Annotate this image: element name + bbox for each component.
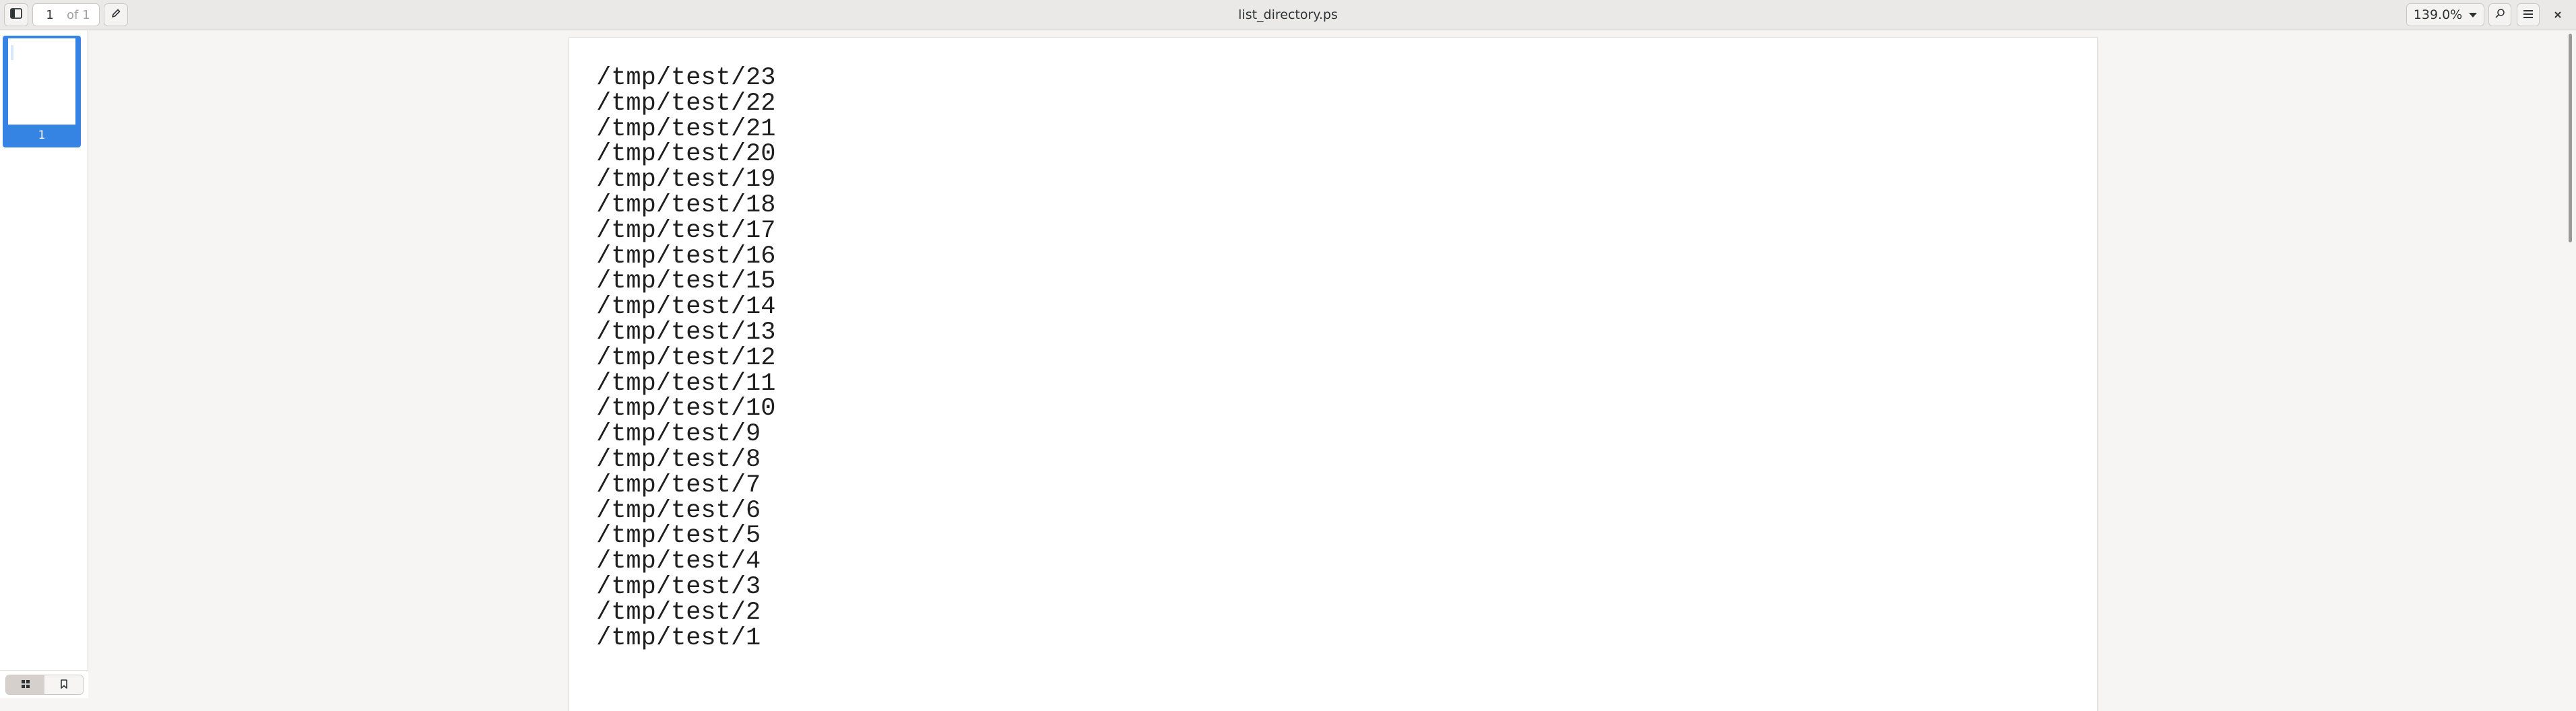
zoom-select[interactable]: 139.0% [2406, 3, 2484, 26]
document-line: /tmp/test/16 [596, 242, 776, 271]
thumbnail-text-mark [11, 45, 13, 60]
bookmark-icon [60, 679, 68, 691]
annotate-button[interactable] [104, 3, 128, 26]
document-line: /tmp/test/7 [596, 471, 761, 500]
document-line: /tmp/test/11 [596, 369, 776, 398]
thumbnails-toggle[interactable] [6, 675, 44, 694]
search-icon [2494, 8, 2505, 22]
chevron-down-icon [2469, 12, 2478, 18]
document-view[interactable]: /tmp/test/23/tmp/test/22/tmp/test/21/tmp… [88, 30, 2576, 711]
document-line: /tmp/test/14 [596, 293, 776, 322]
document-page: /tmp/test/23/tmp/test/22/tmp/test/21/tmp… [569, 38, 2097, 711]
document-line: /tmp/test/15 [596, 267, 776, 296]
page-number-input[interactable]: 1 [33, 8, 67, 22]
sidebar-view-switcher [5, 675, 84, 695]
header-bar: 1 of 1 list_directory.ps 139.0% [0, 0, 2576, 30]
grid-icon [21, 679, 30, 691]
document-line: /tmp/test/13 [596, 318, 776, 347]
document-line: /tmp/test/18 [596, 191, 776, 219]
document-line: /tmp/test/21 [596, 114, 776, 143]
thumbnail-preview [8, 38, 75, 125]
hamburger-menu-icon [2523, 9, 2534, 22]
sidebar-footer [0, 670, 88, 698]
document-line: /tmp/test/17 [596, 216, 776, 245]
document-line: /tmp/test/9 [596, 420, 761, 449]
vertical-scrollbar[interactable] [2569, 34, 2572, 242]
document-line: /tmp/test/12 [596, 343, 776, 372]
document-line: /tmp/test/4 [596, 547, 761, 576]
document-line: /tmp/test/20 [596, 140, 776, 169]
document-line: /tmp/test/6 [596, 496, 761, 525]
page-thumbnail[interactable]: 1 [3, 36, 81, 147]
close-button[interactable] [2545, 3, 2571, 26]
search-button[interactable] [2488, 3, 2511, 26]
document-line: /tmp/test/2 [596, 598, 761, 627]
document-line: /tmp/test/1 [596, 623, 761, 652]
close-icon [2554, 9, 2562, 22]
page-number-entry[interactable]: 1 of 1 [32, 3, 100, 26]
sidebar: 1 [0, 30, 88, 698]
document-line: /tmp/test/3 [596, 572, 761, 601]
document-line: /tmp/test/8 [596, 445, 761, 474]
bookmarks-toggle[interactable] [44, 675, 83, 694]
sidebar-icon [10, 8, 22, 22]
main-menu-button[interactable] [2517, 3, 2540, 26]
document-line: /tmp/test/10 [596, 395, 776, 424]
page-count-label: of 1 [67, 7, 90, 22]
window-title: list_directory.ps [1238, 7, 1338, 22]
document-line: /tmp/test/23 [596, 64, 776, 92]
sidebar-toggle-button[interactable] [4, 3, 28, 26]
document-text: /tmp/test/23/tmp/test/22/tmp/test/21/tmp… [596, 64, 776, 652]
zoom-level: 139.0% [2413, 7, 2463, 22]
pencil-icon [110, 8, 121, 22]
document-line: /tmp/test/5 [596, 522, 761, 551]
document-line: /tmp/test/22 [596, 89, 776, 118]
document-line: /tmp/test/19 [596, 166, 776, 195]
thumbnail-label: 1 [38, 129, 46, 142]
